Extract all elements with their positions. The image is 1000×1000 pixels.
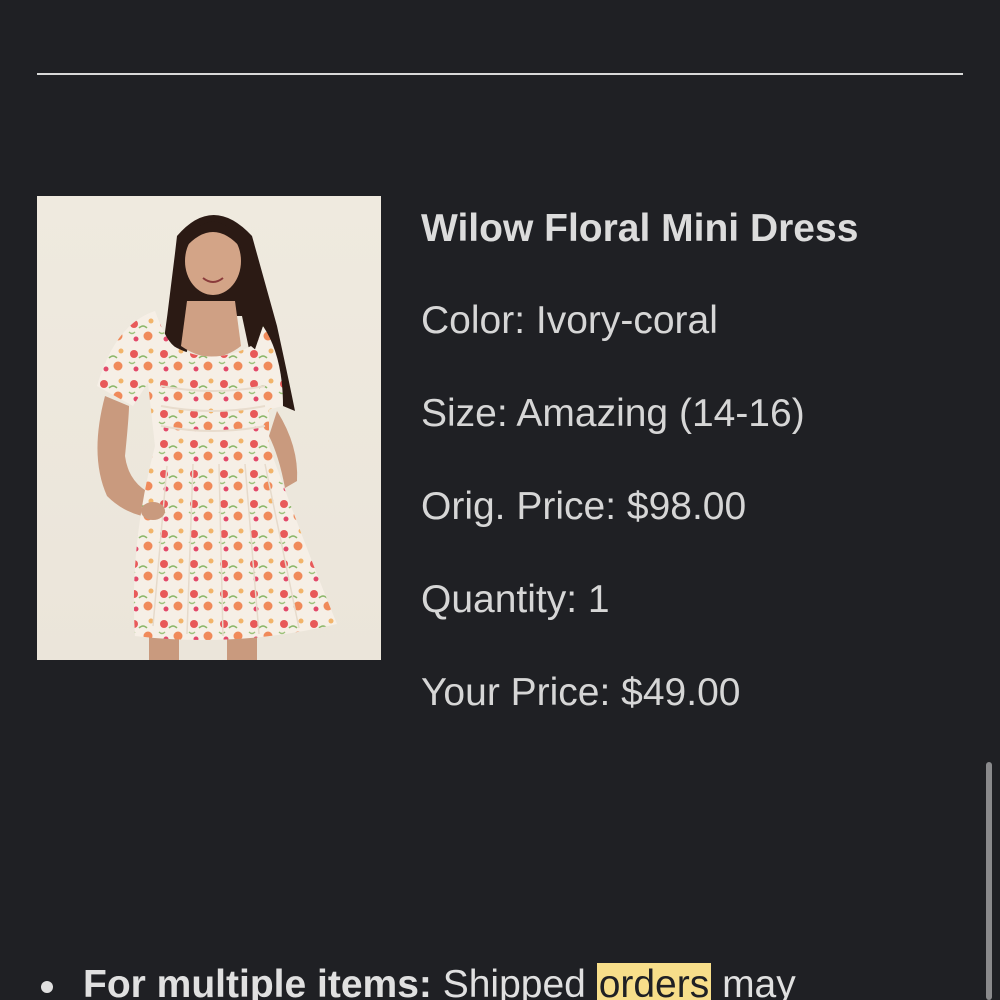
highlighted-word: orders <box>596 963 712 1000</box>
product-size: Size: Amazing (14-16) <box>421 392 805 435</box>
original-price: Orig. Price: $98.00 <box>421 485 747 528</box>
bullet-icon <box>41 980 53 993</box>
note-label: For multiple items: <box>83 963 432 1000</box>
note-text-after: may <box>711 963 796 1000</box>
shipping-note: For multiple items: Shipped orders may <box>37 955 977 1000</box>
your-price: Your Price: $49.00 <box>421 671 741 714</box>
quantity: Quantity: 1 <box>421 578 610 621</box>
dress-photo-icon <box>97 215 337 660</box>
divider <box>37 73 963 75</box>
product-name[interactable]: Wilow Floral Mini Dress <box>421 205 981 253</box>
scrollbar[interactable] <box>986 762 992 1000</box>
product-color: Color: Ivory-coral <box>421 299 718 342</box>
product-image[interactable] <box>37 196 381 660</box>
order-item-page: Wilow Floral Mini Dress Color: Ivory-cor… <box>0 0 1000 1000</box>
note-text-before: Shipped <box>431 963 597 1000</box>
product-details: Wilow Floral Mini Dress Color: Ivory-cor… <box>421 205 981 762</box>
